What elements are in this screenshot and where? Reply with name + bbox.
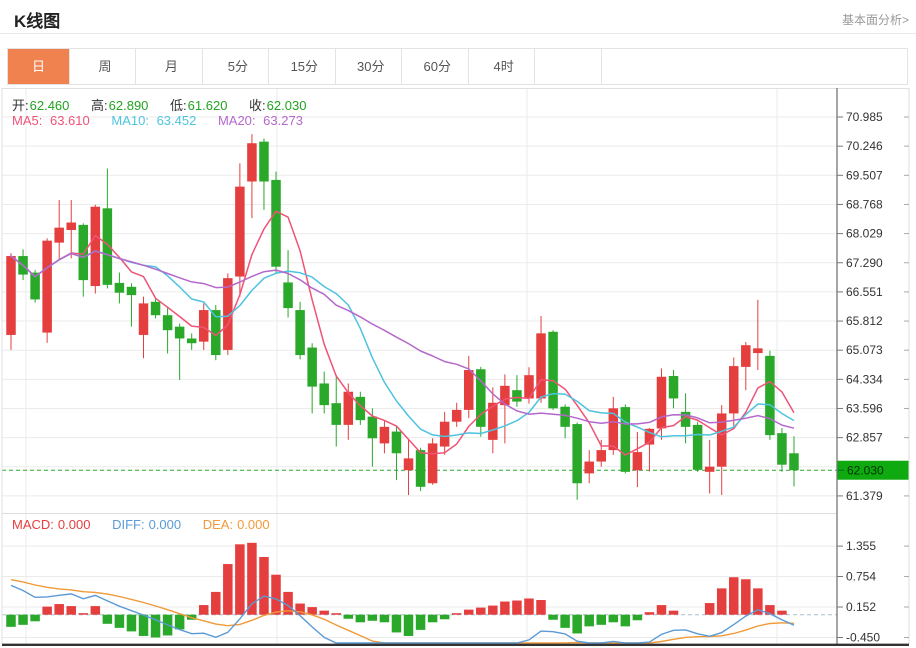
candles-layer <box>2 134 837 500</box>
svg-text:64.334: 64.334 <box>846 372 883 386</box>
page-header: K线图 基本面分析> <box>0 0 916 34</box>
tab-5min[interactable]: 5分 <box>207 49 270 84</box>
svg-text:70.985: 70.985 <box>846 110 883 124</box>
tab-30min[interactable]: 30分 <box>340 49 403 84</box>
svg-text:0.152: 0.152 <box>846 600 876 614</box>
svg-text:-0.450: -0.450 <box>846 630 880 644</box>
macd-layer <box>6 542 795 644</box>
svg-text:68.768: 68.768 <box>846 197 883 211</box>
tab-week[interactable]: 周 <box>74 49 137 84</box>
svg-text:62.030: 62.030 <box>847 464 884 478</box>
svg-text:63.596: 63.596 <box>846 401 883 415</box>
fundamental-analysis-link[interactable]: 基本面分析> <box>842 11 909 28</box>
last-price-tag: 62.030 <box>837 460 909 480</box>
svg-text:65.073: 65.073 <box>846 343 883 357</box>
svg-text:69.507: 69.507 <box>846 168 883 182</box>
tab-15min[interactable]: 15分 <box>274 49 336 84</box>
kline-chart-svg: 70.985 70.246 69.507 68.768 68.029 67.290 66.5… <box>1 88 910 646</box>
kline-page: K线图 基本面分析> 日 周 月 5分 15分 30分 60分 4时 70.98… <box>0 0 916 648</box>
svg-text:0.754: 0.754 <box>846 570 876 584</box>
tab-4hour[interactable]: 4时 <box>473 49 536 84</box>
chart-canvas[interactable]: 70.985 70.246 69.507 68.768 68.029 67.290 66.5… <box>0 88 916 648</box>
tab-month[interactable]: 月 <box>141 49 203 84</box>
period-tabbar: 日 周 月 5分 15分 30分 60分 4时 <box>7 48 908 85</box>
grid-layer <box>2 88 837 644</box>
tab-60min[interactable]: 60分 <box>407 49 469 84</box>
svg-text:68.029: 68.029 <box>846 227 883 241</box>
svg-text:70.246: 70.246 <box>846 139 883 153</box>
tab-day[interactable]: 日 <box>8 49 70 84</box>
kline-chart[interactable]: 70.985 70.246 69.507 68.768 68.029 67.290 66.5… <box>0 88 916 648</box>
svg-text:1.355: 1.355 <box>846 539 876 553</box>
tab-spacer <box>540 49 602 84</box>
svg-text:61.379: 61.379 <box>846 489 883 503</box>
svg-text:62.857: 62.857 <box>846 431 883 445</box>
svg-text:66.551: 66.551 <box>846 285 883 299</box>
page-title: K线图 <box>14 12 61 31</box>
svg-text:65.812: 65.812 <box>846 314 883 328</box>
svg-text:67.290: 67.290 <box>846 256 883 270</box>
